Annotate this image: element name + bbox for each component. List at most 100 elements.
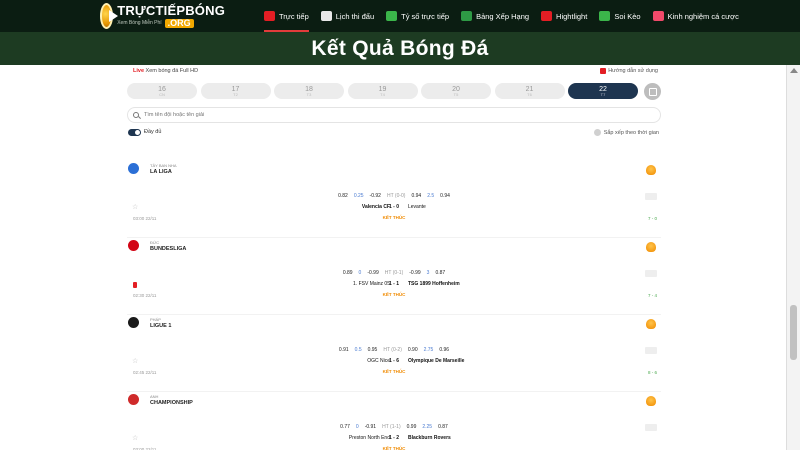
league-country: TÂY BAN NHA: [150, 163, 177, 168]
scroll-thumb[interactable]: [790, 305, 797, 360]
date-pill-18[interactable]: 18 T3: [274, 83, 344, 99]
nav-label: Bảng Xếp Hạng: [476, 11, 530, 21]
favorite-star-icon[interactable]: ☆: [132, 204, 138, 212]
league-header[interactable]: TÂY BAN NHA LA LIGA: [127, 163, 661, 177]
logo-text: TRỰCTIẾPBÓNG Xem Bóng Miễn Phí .ORG: [117, 4, 225, 28]
nav-label: Tỷ số trực tiếp: [401, 11, 450, 21]
calendar-icon: [320, 11, 332, 21]
odds-b1: -0.99: [409, 270, 421, 276]
calendar-icon: [648, 87, 657, 96]
date-pill-19[interactable]: 19 T4: [347, 83, 418, 99]
nav-item-3[interactable]: Bảng Xếp Hạng: [461, 0, 529, 32]
league-block: ĐỨC BUNDESLIGA 0.89 0 -0.99 HT (0-1) -0.99 3 0.8…: [127, 240, 661, 317]
away-team: TSG 1899 Hoffenheim: [408, 281, 460, 287]
odds-a1: 0.82: [338, 193, 348, 199]
odds-b2: 2.5: [427, 193, 435, 199]
clipboard-icon: [599, 11, 611, 21]
stats-button[interactable]: [645, 347, 657, 354]
scoreboard-icon: [386, 11, 398, 21]
stats-button[interactable]: [645, 424, 657, 431]
league-name: LA LIGA: [150, 169, 172, 175]
odds-row: 0.77 0 -0.91 HT (1-1) 0.99 2.25 0.87: [127, 424, 661, 432]
match-row[interactable]: OGC Nice 1 - 6 Olympique De Marseille: [127, 358, 661, 367]
logo-sub: Xem Bóng Miễn Phí .ORG: [117, 19, 225, 28]
nav-label: Hightlight: [556, 11, 588, 21]
league-logo-icon: [128, 317, 139, 328]
calendar-button[interactable]: [644, 83, 661, 100]
guide-link[interactable]: Hướng dẫn sử dụng: [600, 68, 658, 74]
logo-name: TRỰCTIẾPBÓNG: [117, 3, 225, 18]
nav-label: Lịch thi đấu: [335, 11, 375, 21]
odds-ht: HT (0-0): [386, 193, 406, 199]
league-country: ĐỨC: [150, 240, 160, 245]
odds-a2: 0: [358, 270, 362, 276]
away-team: Blackburn Rovers: [408, 435, 451, 441]
away-team: Olympique De Marseille: [408, 358, 465, 364]
info-row: Live Xem bóng đá Full HD Hướng dẫn sử dụ…: [133, 68, 663, 80]
favorite-star-icon[interactable]: ☆: [132, 358, 138, 366]
date-pill-16[interactable]: 16 CN: [127, 83, 197, 99]
top-navbar: TRỰCTIẾPBÓNG Xem Bóng Miễn Phí .ORG Trực…: [0, 0, 800, 32]
date-selector: 16 CN 17 T2 18 T3 19 T4 20 T5 21 T6 22 T7: [127, 83, 661, 100]
nav-item-0[interactable]: Trực tiếp: [264, 0, 309, 32]
league-country: ANH: [150, 394, 159, 399]
notification-bell-icon[interactable]: [646, 396, 656, 406]
scroll-up-icon[interactable]: [790, 68, 798, 73]
full-toggle[interactable]: [128, 129, 141, 136]
live-text[interactable]: Xem bóng đá Full HD: [146, 68, 199, 74]
main-nav: Trực tiếp Lịch thi đấu Tỷ số trực tiếp Bảng…: [264, 0, 751, 32]
league-logo-icon: [128, 394, 139, 405]
guide-label: Hướng dẫn sử dụng: [608, 68, 658, 74]
sort-by-time[interactable]: Sắp xếp theo thời gian: [593, 129, 659, 136]
match-score: 1 - 1: [388, 281, 399, 287]
match-score: 1 - 2: [388, 435, 399, 441]
title-band: Kết Quả Bóng Đá: [0, 32, 800, 65]
results-page: Live Xem bóng đá Full HD Hướng dẫn sử dụ…: [0, 65, 786, 450]
match-row[interactable]: Preston North End 1 - 2 Blackburn Rovers: [127, 435, 661, 444]
league-header[interactable]: ANH CHAMPIONSHIP: [127, 394, 661, 408]
stats-button[interactable]: [645, 193, 657, 200]
league-header[interactable]: ĐỨC BUNDESLIGA: [127, 240, 661, 254]
odds-b3: 0.87: [435, 270, 446, 276]
league-name: BUNDESLIGA: [150, 246, 187, 252]
corner-count: 7 - 4: [647, 293, 657, 298]
scrollbar[interactable]: [786, 65, 800, 450]
odds-ht: HT (1-1): [382, 424, 401, 430]
stats-button[interactable]: [645, 270, 657, 277]
notification-bell-icon[interactable]: [646, 319, 656, 329]
warning-icon: [600, 68, 607, 74]
search-input[interactable]: [144, 112, 624, 118]
date-pill-22[interactable]: 22 T7: [568, 83, 638, 99]
league-block: ANH CHAMPIONSHIP 0.77 0 -0.91 HT (1-1) 0.99 2.2…: [127, 394, 661, 450]
match-time: 03:00 22/11: [133, 216, 157, 221]
logo-ball-icon: [100, 3, 119, 29]
match-row[interactable]: Valencia CF 1 - 0 Levante: [127, 204, 661, 213]
notification-bell-icon[interactable]: [646, 165, 656, 175]
match-row[interactable]: 1. FSV Mainz 05 1 - 1 TSG 1899 Hoffenheim: [127, 281, 661, 290]
nav-label: Soi Kèo: [614, 11, 641, 21]
match-score: 1 - 6: [388, 358, 399, 364]
favorite-star-icon[interactable]: ☆: [132, 435, 138, 443]
date-pill-17[interactable]: 17 T2: [200, 83, 271, 99]
nav-item-4[interactable]: Hightlight: [541, 0, 587, 32]
odds-b3: 0.87: [438, 424, 448, 430]
notification-bell-icon[interactable]: [646, 242, 656, 252]
site-logo[interactable]: TRỰCTIẾPBÓNG Xem Bóng Miễn Phí .ORG: [100, 2, 225, 30]
nav-item-2[interactable]: Tỷ số trực tiếp: [386, 0, 449, 32]
date-pill-20[interactable]: 20 T5: [421, 83, 491, 99]
odds-b2: 2.25: [422, 424, 433, 430]
odds-a1: 0.89: [342, 270, 353, 276]
nav-item-5[interactable]: Soi Kèo: [599, 0, 641, 32]
live-icon: [264, 11, 275, 21]
date-pill-21[interactable]: 21 T6: [494, 83, 565, 99]
date-weekday: T3: [306, 91, 312, 97]
toggle-label: Đầy đủ: [144, 129, 162, 135]
odds-ht: HT (0-2): [383, 347, 402, 353]
nav-item-6[interactable]: Kinh nghiệm cá cược: [652, 0, 739, 32]
search-box[interactable]: [127, 107, 661, 123]
league-header[interactable]: PHÁP LIGUE 1: [127, 317, 661, 331]
odds-a2: 0: [355, 424, 359, 430]
date-weekday: T7: [600, 91, 606, 97]
league-block: TÂY BAN NHA LA LIGA 0.82 0.25 -0.92 HT (0-0) 0…: [127, 163, 661, 240]
nav-item-1[interactable]: Lịch thi đấu: [320, 0, 375, 32]
